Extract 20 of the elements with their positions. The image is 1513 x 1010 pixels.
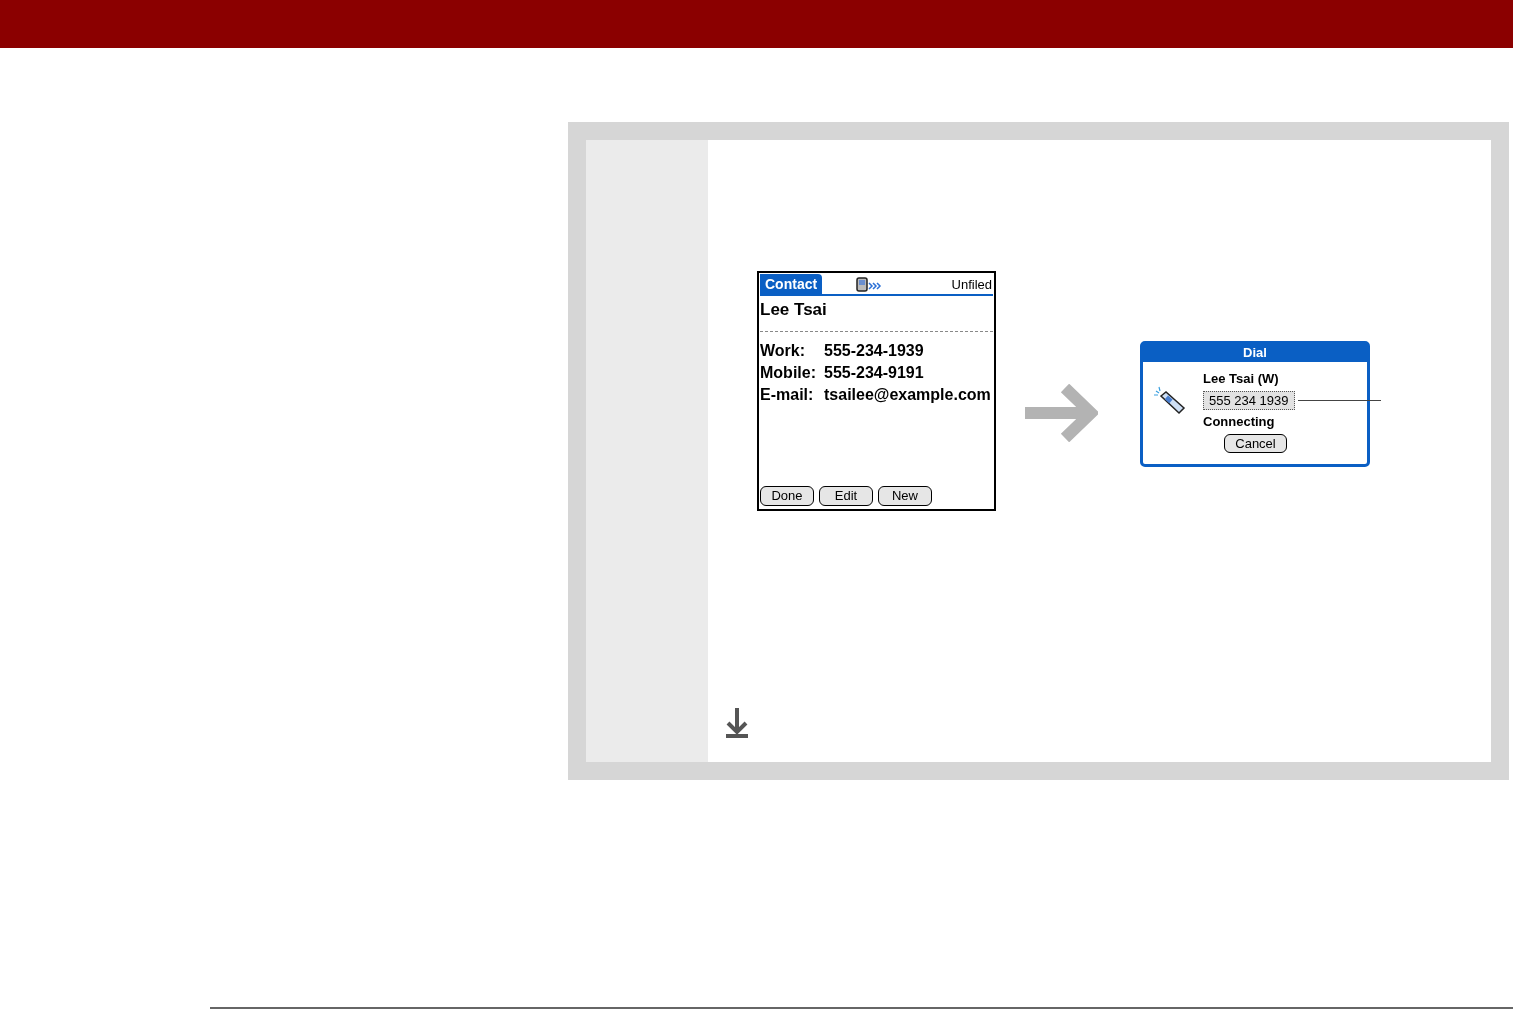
phone-number: 555 234 1939	[1203, 391, 1295, 410]
field-label: E-mail:	[760, 385, 815, 405]
field-value: 555-234-1939	[824, 341, 924, 361]
cancel-button[interactable]: Cancel	[1224, 434, 1287, 453]
field-label: Work:	[760, 341, 807, 361]
palm-button[interactable]: Done	[760, 486, 814, 506]
status-text: Connecting	[1203, 413, 1275, 431]
field-label: Mobile:	[760, 363, 817, 383]
caller-name: Lee Tsai (W)	[1203, 370, 1279, 388]
contact-name: Lee Tsai	[760, 296, 993, 332]
dialog-title: Dial	[1143, 344, 1367, 362]
download-arrow-icon	[725, 708, 749, 738]
field-value: 555-234-9191	[824, 363, 924, 383]
field-value: tsailee@example.com	[824, 385, 991, 405]
palm-button[interactable]: Edit	[819, 486, 873, 506]
right-arrow-icon	[1025, 384, 1098, 442]
phone-icon	[1153, 386, 1187, 416]
category-label[interactable]: Unfiled	[951, 276, 993, 294]
palm-button[interactable]: New	[878, 486, 932, 506]
contact-tab[interactable]: Contact	[760, 274, 823, 294]
